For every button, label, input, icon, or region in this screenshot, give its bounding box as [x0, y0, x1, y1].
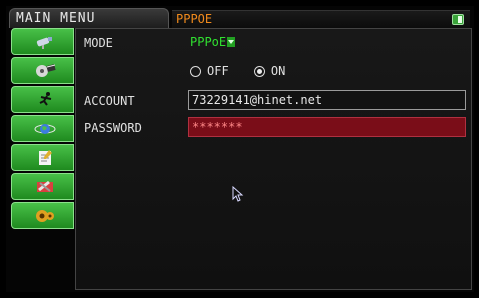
- radio-on[interactable]: ON: [253, 64, 286, 78]
- mode-value: PPPoE: [190, 35, 227, 49]
- chevron-down-icon: [227, 37, 236, 47]
- account-field[interactable]: 73229141@hinet.net: [188, 90, 466, 110]
- mode-select[interactable]: PPPoE: [190, 35, 236, 49]
- network-globe-icon: [34, 124, 56, 134]
- password-label: PASSWORD: [84, 121, 142, 135]
- sidebar-item-tools[interactable]: [11, 173, 74, 200]
- password-field[interactable]: *******: [188, 117, 466, 137]
- mouse-cursor-icon: [232, 186, 244, 202]
- radio-on-circle: [253, 66, 265, 77]
- document-icon: [39, 150, 52, 165]
- exit-icon[interactable]: [452, 14, 464, 25]
- radio-off-label: OFF: [207, 64, 229, 78]
- sidebar-item-system[interactable]: [11, 144, 74, 171]
- main-menu-tab[interactable]: MAIN MENU: [9, 8, 169, 28]
- sidebar-item-camera[interactable]: [11, 28, 74, 55]
- page-title: PPPOE: [176, 12, 213, 26]
- sidebar: [11, 28, 75, 236]
- film-icon: [36, 64, 56, 77]
- enable-radio-group: OFF ON: [190, 64, 303, 78]
- radio-off-circle: [190, 66, 201, 77]
- sidebar-item-audio[interactable]: [11, 202, 74, 229]
- title-bar: PPPOE: [172, 10, 470, 29]
- account-label: ACCOUNT: [84, 94, 135, 108]
- sidebar-item-record[interactable]: [11, 57, 74, 84]
- speaker-icon: [36, 210, 54, 222]
- sidebar-item-motion[interactable]: [11, 86, 74, 113]
- mode-label: MODE: [84, 36, 113, 50]
- sidebar-item-network[interactable]: [11, 115, 74, 142]
- radio-on-label: ON: [270, 64, 286, 78]
- pppoe-panel: MODE PPPoE OFF ON ACCOUNT 73229141@hinet…: [75, 28, 472, 290]
- camera-icon: [36, 37, 52, 49]
- tools-icon: [37, 180, 53, 192]
- running-man-icon: [39, 92, 52, 106]
- radio-off[interactable]: OFF: [190, 64, 229, 78]
